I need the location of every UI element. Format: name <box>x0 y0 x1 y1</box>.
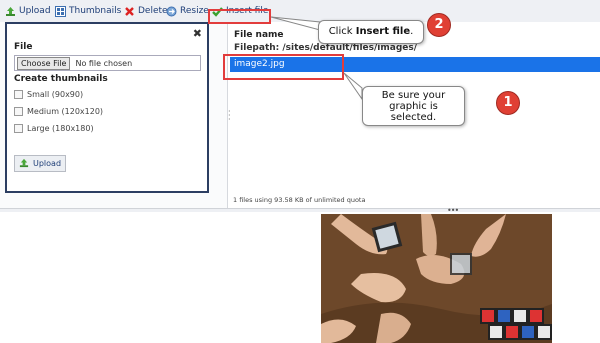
selected-file-callout: Be sure your graphic is selected. <box>362 86 465 126</box>
callout-text: Click <box>328 26 356 37</box>
step-1-badge: 1 <box>496 91 520 115</box>
image-preview <box>321 214 552 343</box>
callout-bold-text: Insert file <box>355 26 411 37</box>
step-2-badge: 2 <box>427 13 451 37</box>
callout-text: Be sure your graphic is selected. <box>381 89 446 123</box>
insert-file-callout: Click Insert file. <box>318 20 424 44</box>
callout-text: . <box>410 26 414 37</box>
